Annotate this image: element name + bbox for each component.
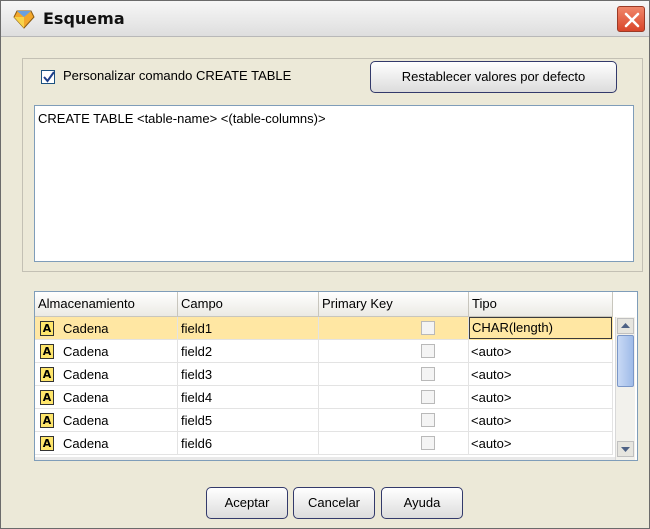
table-row[interactable]: A Cadena field6 <auto> (35, 432, 613, 455)
field-cell: field4 (178, 386, 319, 409)
table-row[interactable]: A Cadena field4 <auto> (35, 386, 613, 409)
vertical-scrollbar[interactable] (615, 317, 635, 460)
storage-cell: A Cadena (35, 386, 178, 409)
scroll-down-button[interactable] (617, 441, 634, 457)
storage-cell: A Cadena (35, 340, 178, 363)
storage-cell: A Cadena (35, 432, 178, 455)
type-cell[interactable]: <auto> (469, 432, 613, 455)
storage-value: Cadena (63, 321, 109, 336)
horizontal-scrollbar[interactable] (35, 457, 615, 460)
string-type-icon: A (40, 436, 54, 451)
primary-key-checkbox[interactable] (421, 436, 435, 450)
string-type-icon: A (40, 367, 54, 382)
table-row[interactable]: A Cadena field2 <auto> (35, 340, 613, 363)
schema-dialog: Esquema Personalizar comando CREATE TABL… (0, 0, 650, 529)
primary-key-checkbox[interactable] (421, 344, 435, 358)
column-header-storage[interactable]: Almacenamiento (35, 292, 178, 317)
column-header-type[interactable]: Tipo (469, 292, 613, 317)
scroll-up-button[interactable] (617, 318, 634, 334)
storage-value: Cadena (63, 390, 109, 405)
close-button[interactable] (617, 6, 645, 32)
ok-button[interactable]: Aceptar (206, 487, 288, 519)
primary-key-cell (319, 386, 469, 409)
storage-value: Cadena (63, 413, 109, 428)
field-cell: field1 (178, 317, 319, 340)
schema-table: Almacenamiento Campo Primary Key Tipo A … (34, 291, 638, 461)
arrow-up-icon (621, 323, 630, 328)
column-header-field[interactable]: Campo (178, 292, 319, 317)
string-type-icon: A (40, 413, 54, 428)
table-row[interactable]: A Cadena field1 CHAR(length) (35, 317, 613, 340)
arrow-down-icon (621, 447, 630, 452)
field-cell: field6 (178, 432, 319, 455)
app-icon (13, 10, 35, 29)
primary-key-cell (319, 409, 469, 432)
string-type-icon: A (40, 344, 54, 359)
field-cell: field2 (178, 340, 319, 363)
primary-key-cell (319, 340, 469, 363)
column-header-primary-key[interactable]: Primary Key (319, 292, 469, 317)
customize-create-table-checkbox[interactable] (41, 70, 55, 84)
storage-cell: A Cadena (35, 317, 178, 340)
type-cell[interactable]: <auto> (469, 363, 613, 386)
primary-key-checkbox[interactable] (421, 367, 435, 381)
table-row[interactable]: A Cadena field3 <auto> (35, 363, 613, 386)
customize-create-table-label: Personalizar comando CREATE TABLE (63, 68, 292, 83)
primary-key-cell (319, 363, 469, 386)
primary-key-checkbox[interactable] (421, 390, 435, 404)
storage-cell: A Cadena (35, 409, 178, 432)
checkmark-icon (43, 71, 55, 83)
title-bar[interactable]: Esquema (1, 1, 649, 37)
storage-value: Cadena (63, 436, 109, 451)
primary-key-checkbox[interactable] (421, 321, 435, 335)
type-editor[interactable]: CHAR(length) (469, 317, 612, 339)
field-cell: field3 (178, 363, 319, 386)
reset-defaults-button[interactable]: Restablecer valores por defecto (370, 61, 617, 93)
scrollbar-thumb[interactable] (617, 335, 634, 387)
field-cell: field5 (178, 409, 319, 432)
primary-key-cell (319, 432, 469, 455)
help-button[interactable]: Ayuda (381, 487, 463, 519)
primary-key-checkbox[interactable] (421, 413, 435, 427)
storage-cell: A Cadena (35, 363, 178, 386)
string-type-icon: A (40, 321, 54, 336)
type-cell[interactable]: <auto> (469, 340, 613, 363)
close-icon (624, 12, 640, 28)
type-cell[interactable]: <auto> (469, 409, 613, 432)
type-cell[interactable]: <auto> (469, 386, 613, 409)
window-title: Esquema (43, 9, 125, 28)
string-type-icon: A (40, 390, 54, 405)
cancel-button[interactable]: Cancelar (293, 487, 375, 519)
primary-key-cell (319, 317, 469, 340)
create-table-sql-editor[interactable]: CREATE TABLE <table-name> <(table-column… (34, 105, 634, 262)
storage-value: Cadena (63, 344, 109, 359)
sql-text: CREATE TABLE <table-name> <(table-column… (38, 111, 326, 126)
storage-value: Cadena (63, 367, 109, 382)
table-row[interactable]: A Cadena field5 <auto> (35, 409, 613, 432)
